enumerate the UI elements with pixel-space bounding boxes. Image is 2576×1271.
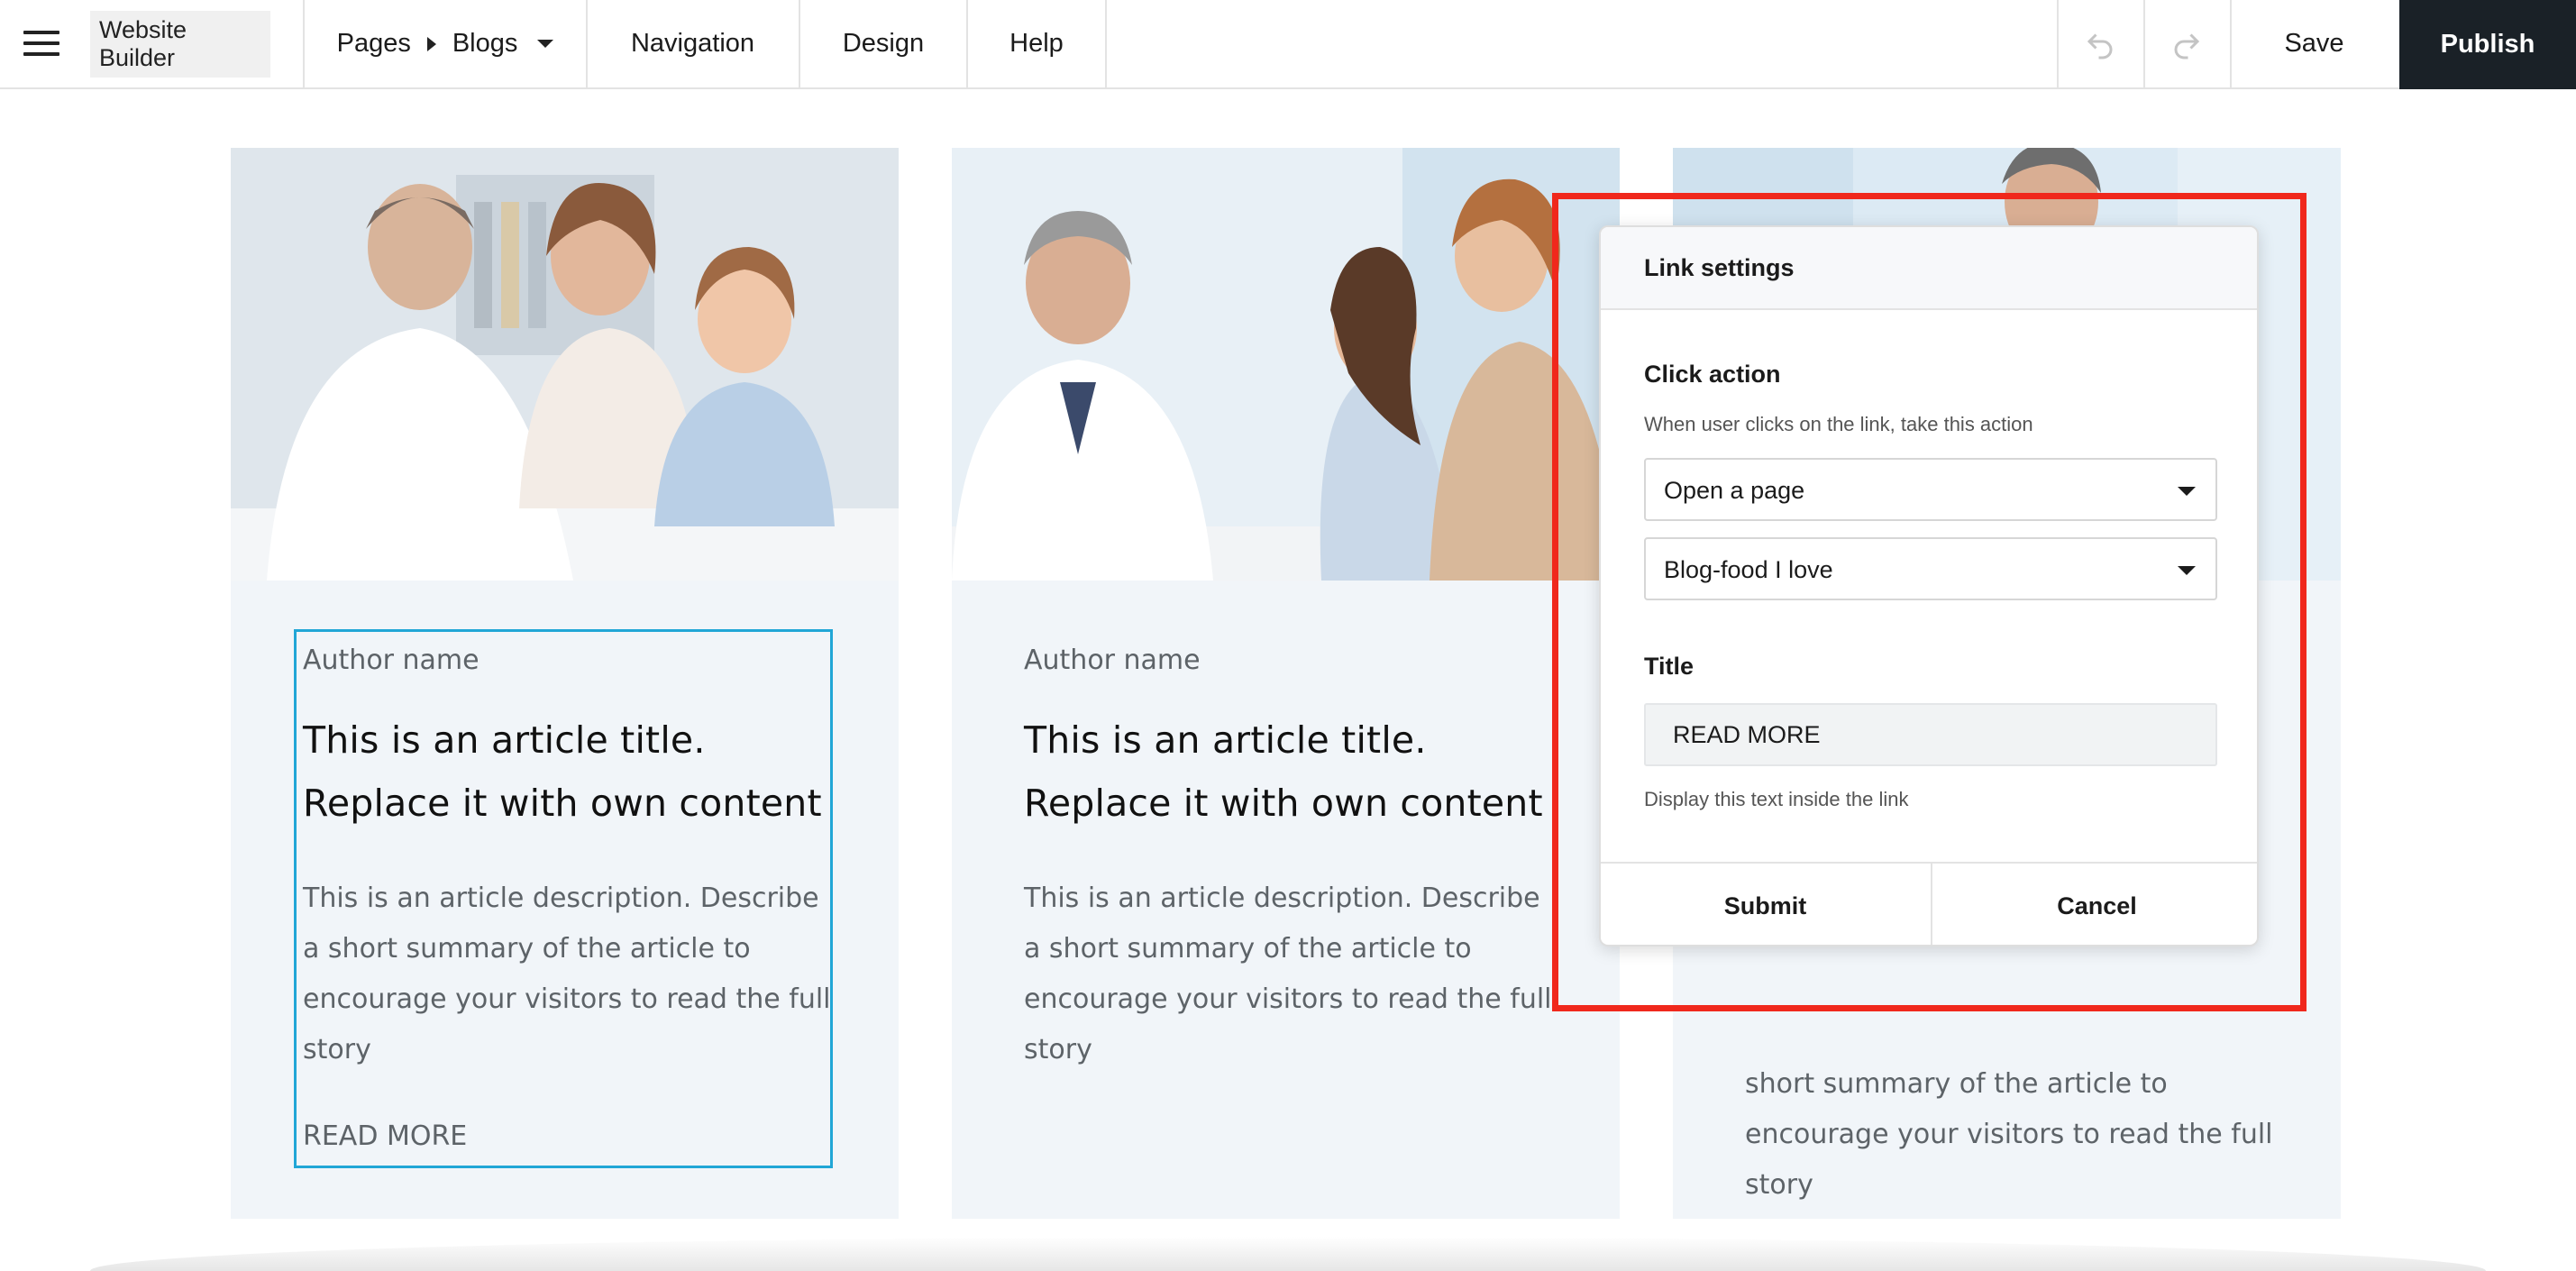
- design-menu-button[interactable]: Design: [800, 0, 966, 87]
- target-page-select[interactable]: Blog-food I love: [1644, 537, 2217, 600]
- cancel-button[interactable]: Cancel: [1931, 864, 2257, 945]
- article-title[interactable]: This is an article title. Replace it wit…: [1024, 709, 1565, 835]
- selected-element-outline: [294, 629, 833, 1168]
- caret-down-icon: [2178, 487, 2196, 496]
- redo-icon[interactable]: [2144, 0, 2229, 87]
- blog-card-image[interactable]: [952, 148, 1620, 581]
- title-label: Title: [1644, 653, 1694, 680]
- publish-button[interactable]: Publish: [2399, 0, 2576, 89]
- link-settings-dialog: Link settings Click action When user cli…: [1599, 225, 2259, 946]
- chevron-right-icon: [426, 36, 436, 51]
- breadcrumb[interactable]: Pages Blogs: [305, 0, 586, 87]
- click-action-label: Click action: [1644, 361, 1781, 388]
- dialog-header: Link settings: [1601, 227, 2257, 310]
- page-bottom-shadow: [90, 1237, 2486, 1271]
- caret-down-icon: [2178, 566, 2196, 575]
- title-hint: Display this text inside the link: [1644, 788, 1909, 810]
- dialog-title: Link settings: [1644, 254, 1795, 281]
- author-name[interactable]: Author name: [1024, 647, 1565, 674]
- breadcrumb-blogs[interactable]: Blogs: [452, 29, 518, 59]
- target-page-value: Blog-food I love: [1664, 556, 1833, 583]
- undo-icon[interactable]: [2058, 0, 2142, 87]
- link-title-input[interactable]: [1644, 703, 2217, 766]
- article-description[interactable]: This is an article description. Describe…: [1024, 873, 1565, 1075]
- click-action-value: Open a page: [1664, 477, 1805, 504]
- click-action-select[interactable]: Open a page: [1644, 458, 2217, 521]
- top-toolbar: Website Builder Pages Blogs Navigation D…: [0, 0, 2576, 89]
- save-button[interactable]: Save: [2231, 0, 2398, 87]
- blog-card-2: Author name This is an article title. Re…: [952, 148, 1620, 1219]
- navigation-menu-button[interactable]: Navigation: [587, 0, 799, 87]
- click-action-hint: When user clicks on the link, take this …: [1644, 413, 2033, 435]
- submit-button[interactable]: Submit: [1601, 864, 1930, 945]
- breadcrumb-pages[interactable]: Pages: [337, 29, 411, 59]
- menu-icon[interactable]: [18, 0, 65, 87]
- dialog-footer: Submit Cancel: [1601, 862, 2257, 945]
- blog-card-image[interactable]: [231, 148, 899, 581]
- help-menu-button[interactable]: Help: [968, 0, 1105, 87]
- blog-card-content[interactable]: Author name This is an article title. Re…: [1024, 635, 1565, 1075]
- article-description[interactable]: short summary of the article to encourag…: [1745, 1059, 2286, 1211]
- app-name: Website Builder: [90, 0, 270, 87]
- caret-down-icon[interactable]: [537, 40, 554, 48]
